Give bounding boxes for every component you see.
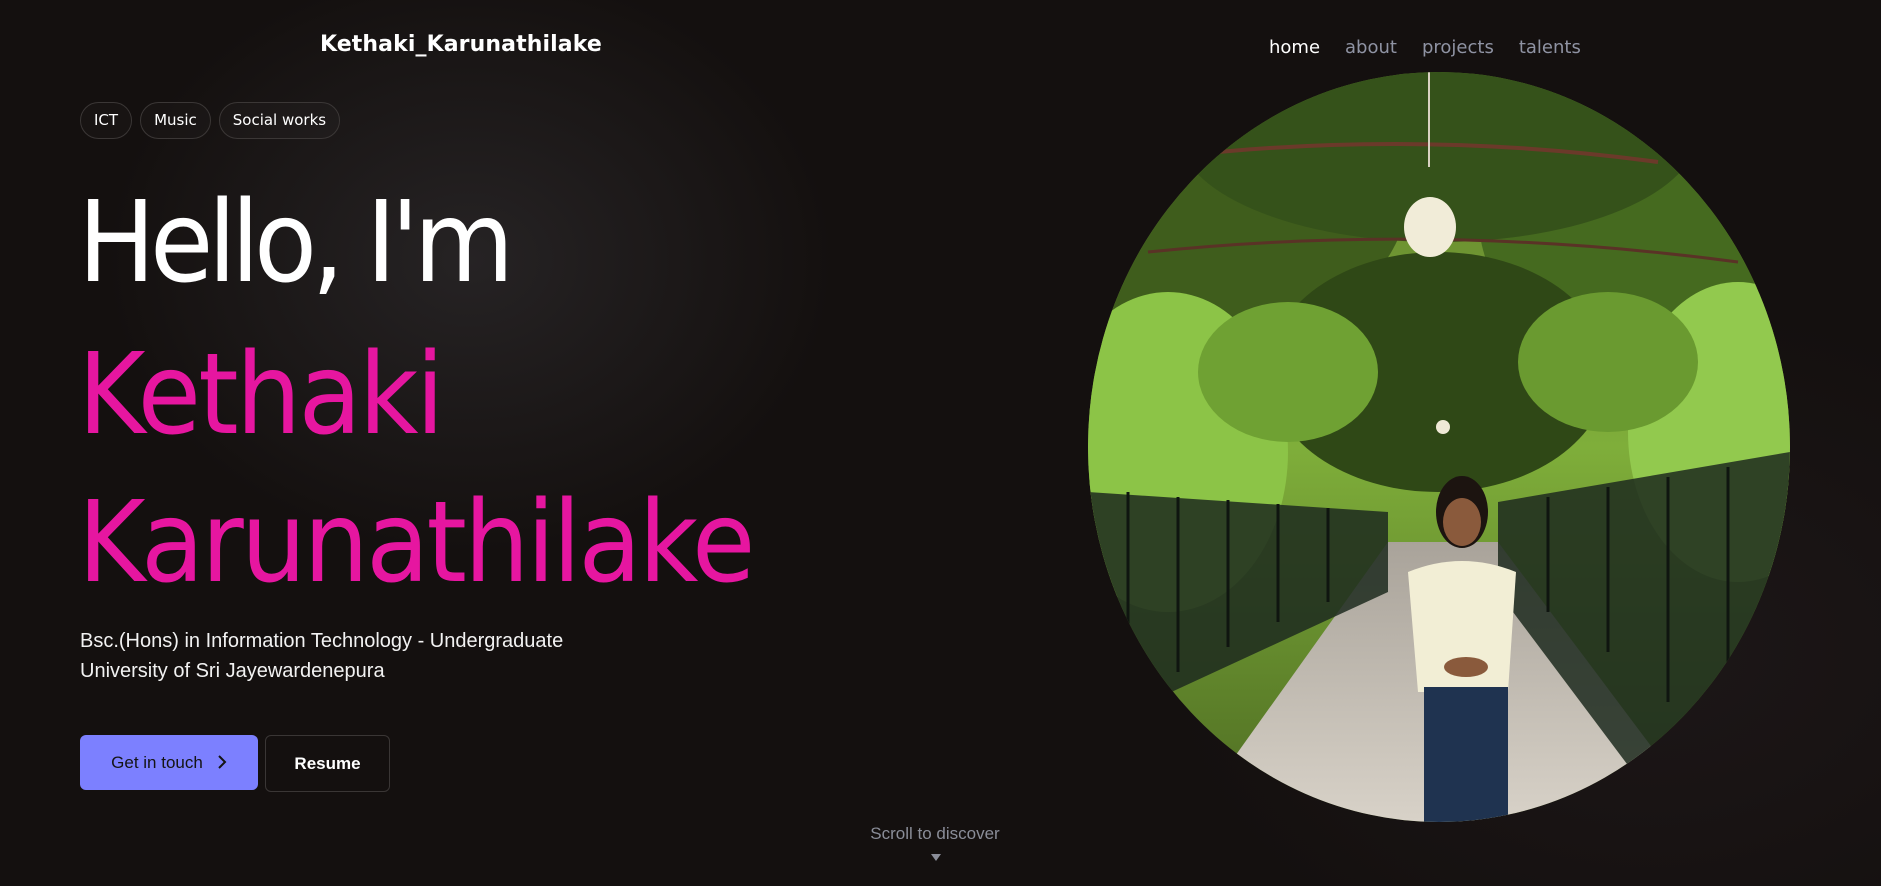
hero-actions: Get in touch Resume xyxy=(80,735,390,792)
scroll-hint[interactable]: Scroll to discover xyxy=(0,824,1870,844)
get-in-touch-label: Get in touch xyxy=(111,752,203,772)
resume-button[interactable]: Resume xyxy=(265,735,390,792)
subtitle-degree: Bsc.(Hons) in Information Technology - U… xyxy=(80,630,564,652)
chevron-right-icon xyxy=(217,754,227,772)
nav-home[interactable]: home xyxy=(1269,37,1320,58)
page: Kethaki_Karunathilake home about project… xyxy=(0,0,1881,886)
get-in-touch-button[interactable]: Get in touch xyxy=(80,735,258,790)
hero-last-name: Karunathilake xyxy=(78,478,755,608)
nav-projects[interactable]: projects xyxy=(1422,37,1494,58)
caret-down-icon[interactable] xyxy=(931,854,941,861)
profile-photo xyxy=(1088,72,1790,822)
tag-music[interactable]: Music xyxy=(140,102,211,139)
hero-greeting: Hello, I'm xyxy=(78,178,514,308)
subtitle-university: University of Sri Jayewardenepura xyxy=(80,660,385,682)
nav-about[interactable]: about xyxy=(1345,37,1397,58)
nav-talents[interactable]: talents xyxy=(1519,37,1581,58)
brand-logo[interactable]: Kethaki_Karunathilake xyxy=(320,32,602,57)
tag-ict[interactable]: ICT xyxy=(80,102,133,139)
tag-social-works[interactable]: Social works xyxy=(218,102,341,139)
hero-subtitle: Bsc.(Hons) in Information Technology - U… xyxy=(80,626,563,686)
hero-first-name: Kethaki xyxy=(78,330,444,460)
interest-tags: ICT Music Social works xyxy=(80,102,341,139)
main-nav: home about projects talents xyxy=(1269,37,1581,58)
